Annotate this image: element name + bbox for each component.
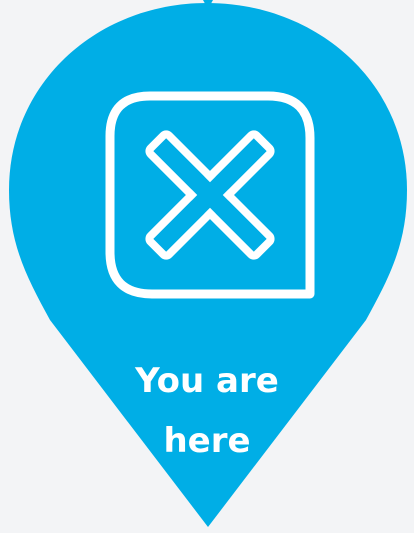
- map-pin-marker: You are here: [0, 0, 414, 533]
- marker-label-line1: You are: [135, 361, 279, 401]
- marker-label-line2: here: [163, 421, 251, 461]
